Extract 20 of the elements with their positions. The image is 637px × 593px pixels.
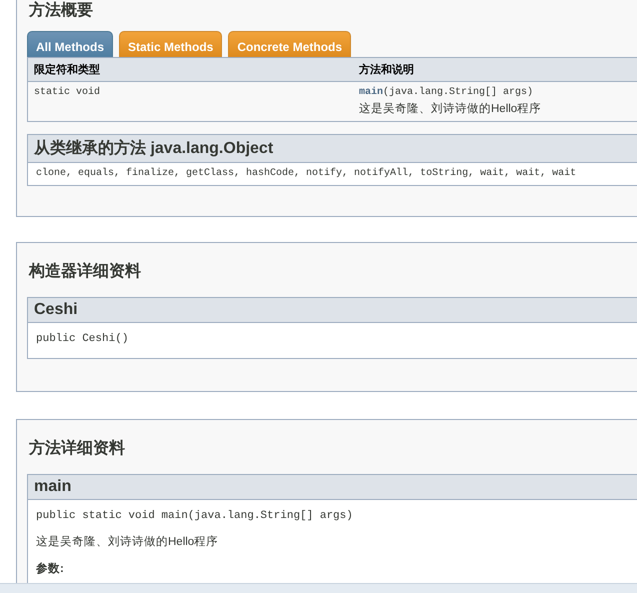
table-cell-text: static void	[33, 86, 102, 100]
method-description: 这是吴奇隆、刘诗诗做的Hello程序	[359, 101, 542, 117]
method-link[interactable]: main	[359, 87, 384, 98]
constructor-signature: public Ceshi()	[36, 333, 130, 345]
tab[interactable]: All Methods	[27, 31, 113, 57]
block-title: 从类继承的方法 java.lang.Object	[28, 135, 637, 163]
params-label: 参数:	[36, 561, 65, 576]
tab[interactable]: Concrete Methods	[228, 31, 352, 57]
inherited-methods: clone, equals, finalize, getClass, hashCode, notify, notifyAll, toString, wait, wait, wait	[36, 168, 578, 179]
method-description: 这是吴奇隆、刘诗诗做的Hello程序	[36, 534, 220, 549]
section-title: 方法概要	[28, 0, 94, 21]
block-title: Ceshi	[28, 298, 637, 323]
block-title: main	[28, 475, 637, 500]
method-signature: public static void main(java.lang.String[] args)	[36, 510, 354, 522]
column-header: 方法和说明	[353, 58, 637, 82]
section-title: 构造器详细资料	[28, 260, 142, 282]
tab[interactable]: Static Methods	[119, 31, 222, 57]
section-title: 方法详细资料	[28, 437, 126, 459]
column-header: 限定符和类型	[28, 58, 353, 82]
method-params: (java.lang.String[] args)	[383, 87, 534, 98]
